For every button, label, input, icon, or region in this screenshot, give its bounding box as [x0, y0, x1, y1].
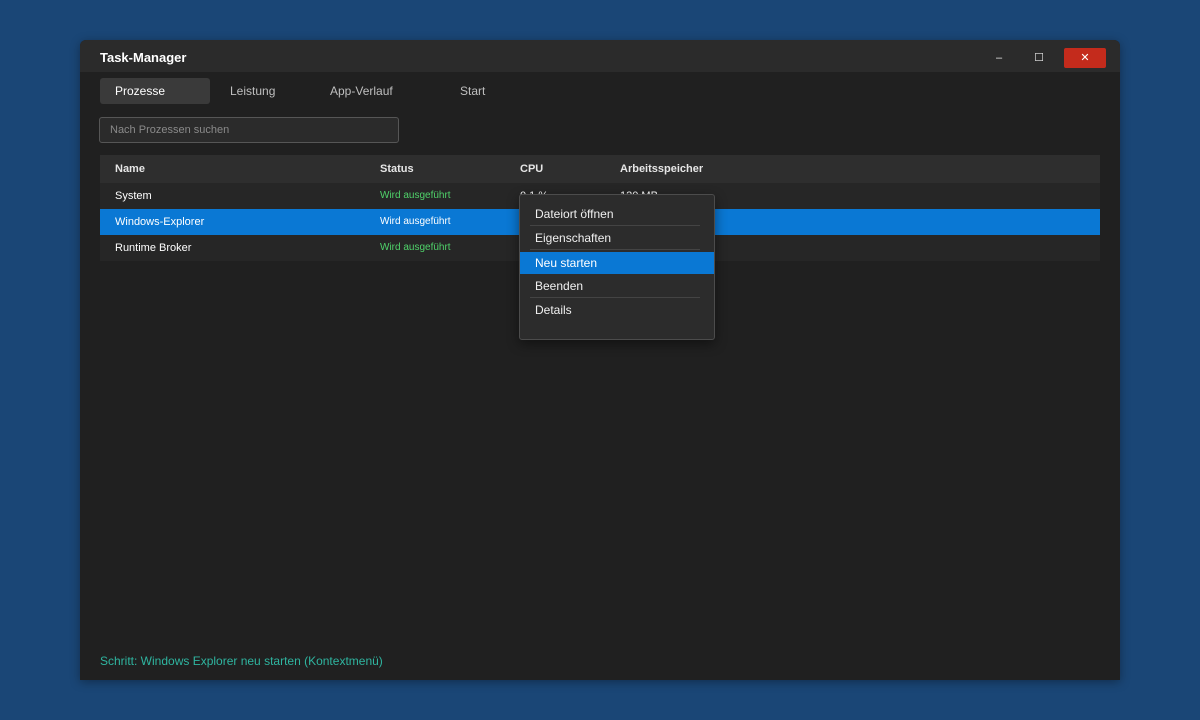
context-menu: Dateiort öffnen Eigenschaften Neu starte…	[519, 194, 715, 340]
process-status: Wird ausgeführt	[380, 216, 451, 227]
menu-item-end-task[interactable]: Beenden	[520, 275, 714, 297]
tab-start[interactable]: Start	[460, 78, 485, 104]
tab-prozesse[interactable]: Prozesse	[100, 78, 210, 104]
process-status: Wird ausgeführt	[380, 242, 451, 253]
tab-leistung[interactable]: Leistung	[230, 78, 275, 104]
search-input[interactable]	[99, 117, 399, 143]
menu-item-open-file-location[interactable]: Dateiort öffnen	[520, 203, 714, 225]
tab-app-verlauf[interactable]: App-Verlauf	[330, 78, 393, 104]
process-status: Wird ausgeführt	[380, 190, 451, 201]
maximize-button[interactable]: ☐	[1018, 48, 1060, 68]
column-header-cpu[interactable]: CPU	[520, 155, 543, 183]
process-name: Runtime Broker	[115, 242, 192, 254]
menu-separator	[530, 297, 700, 298]
column-header-memory[interactable]: Arbeitsspeicher	[620, 155, 703, 183]
menu-separator	[530, 225, 700, 226]
menu-item-restart[interactable]: Neu starten	[520, 252, 714, 274]
close-button[interactable]: ✕	[1064, 48, 1106, 68]
menu-item-details[interactable]: Details	[520, 299, 714, 321]
minimize-button[interactable]: –	[978, 48, 1020, 68]
table-header: Name Status CPU Arbeitsspeicher	[100, 155, 1100, 183]
task-manager-window: Task-Manager – ☐ ✕ Prozesse Leistung App…	[80, 40, 1120, 680]
title-bar[interactable]: Task-Manager – ☐ ✕	[80, 40, 1120, 72]
step-status-text: Schritt: Windows Explorer neu starten (K…	[100, 654, 383, 668]
process-name: System	[115, 190, 152, 202]
menu-separator	[530, 249, 700, 250]
column-header-name[interactable]: Name	[115, 155, 145, 183]
process-name: Windows-Explorer	[115, 216, 205, 228]
menu-item-properties[interactable]: Eigenschaften	[520, 227, 714, 249]
column-header-status[interactable]: Status	[380, 155, 414, 183]
window-title: Task-Manager	[100, 50, 187, 65]
